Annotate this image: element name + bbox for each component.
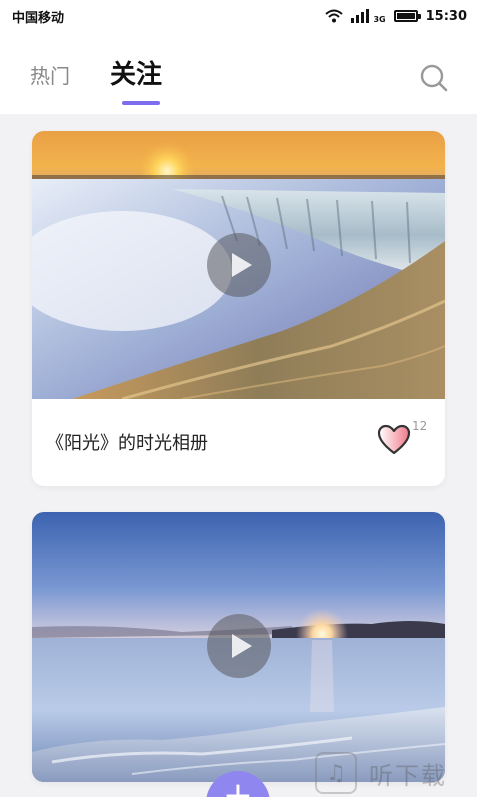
play-button[interactable] (207, 233, 271, 297)
battery-icon (393, 10, 421, 22)
tab-following[interactable]: 关注 (110, 54, 162, 91)
play-icon (232, 253, 252, 277)
top-tab-bar: 热门 关注 (0, 32, 477, 114)
card-title: 《阳光》的时光相册 (46, 433, 208, 454)
status-bar: 中国移动 3G 15:30 (0, 0, 477, 32)
like-count: 12 (412, 419, 428, 433)
feed-card[interactable]: 《阳光》的时光相册 12 (32, 131, 445, 486)
play-icon (232, 634, 252, 658)
active-tab-indicator (122, 101, 160, 105)
card-video-thumbnail[interactable] (32, 131, 445, 399)
signal-icon (351, 9, 370, 23)
watermark: ♫ 听下载 (315, 752, 447, 794)
clock: 15:30 (425, 8, 467, 24)
watermark-text: 听下载 (369, 761, 447, 790)
tab-hot[interactable]: 热门 (30, 60, 70, 89)
search-icon[interactable] (420, 64, 448, 92)
feed-card[interactable] (32, 512, 445, 782)
wifi-icon (325, 9, 344, 23)
carrier-name: 中国移动 (12, 10, 65, 26)
status-icons: 3G 15:30 (325, 9, 467, 24)
music-note-icon: ♫ (315, 752, 357, 794)
heart-icon[interactable] (377, 424, 411, 456)
card-video-thumbnail[interactable] (32, 512, 445, 782)
play-button[interactable] (207, 614, 271, 678)
network-type: 3G (373, 14, 386, 24)
